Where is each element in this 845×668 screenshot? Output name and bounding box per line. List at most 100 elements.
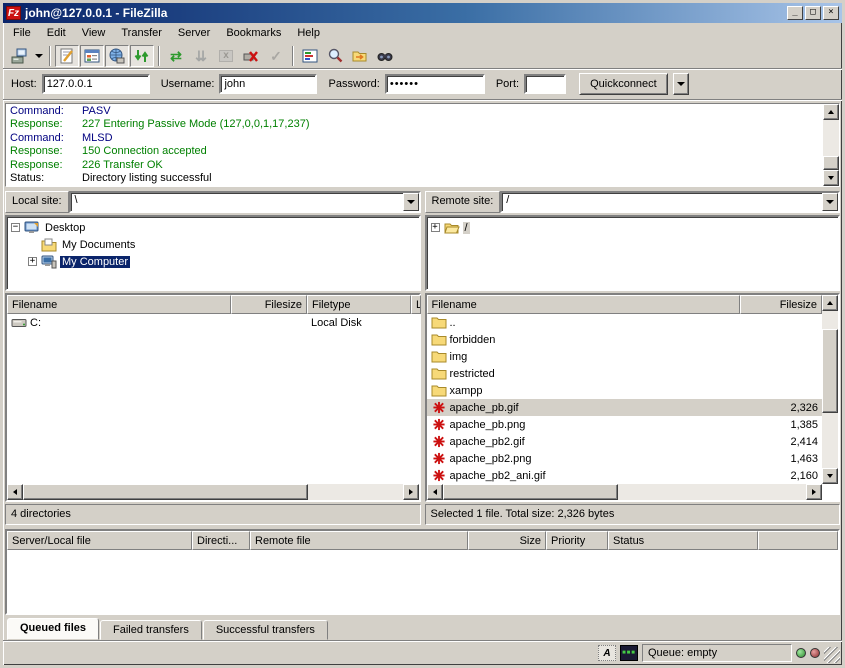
file-row[interactable]: xampp (427, 382, 823, 399)
quickconnect-button[interactable]: Quickconnect (579, 73, 668, 95)
local-horizontal-scrollbar[interactable] (7, 484, 419, 500)
expand-icon[interactable]: + (431, 223, 440, 232)
refresh-button[interactable]: ⇄ (164, 45, 188, 67)
log-line-text: PASV (82, 105, 111, 117)
toggle-remote-tree-button[interactable] (105, 45, 129, 67)
column-last-modified[interactable]: L (411, 295, 421, 314)
column-filetype[interactable]: Filetype (307, 295, 411, 314)
led-green-icon (796, 648, 806, 658)
scroll-up-button[interactable] (823, 104, 839, 120)
resize-grip[interactable] (824, 647, 840, 663)
password-input[interactable] (385, 74, 485, 94)
column-status[interactable]: Status (608, 531, 758, 550)
site-manager-dropdown[interactable] (32, 45, 45, 67)
tab-successful-transfers[interactable]: Successful transfers (203, 620, 328, 640)
log-line-text: MLSD (82, 132, 113, 144)
synchronized-browsing-button[interactable] (348, 45, 372, 67)
scroll-left-button[interactable] (427, 484, 443, 500)
file-row[interactable]: img (427, 348, 823, 365)
speed-limit-icon: ■■■ (620, 645, 638, 661)
tab-failed-transfers[interactable]: Failed transfers (100, 620, 202, 640)
tab-queued-files[interactable]: Queued files (7, 618, 99, 640)
tree-item-my-computer[interactable]: + My Computer (11, 253, 419, 270)
site-manager-button[interactable] (7, 45, 31, 67)
tree-item-root[interactable]: + / (431, 219, 839, 236)
expand-icon[interactable]: + (28, 257, 37, 266)
file-row[interactable]: apache_pb2_ani.gif 2,160 (427, 467, 823, 484)
toggle-local-tree-button[interactable] (80, 45, 104, 67)
desktop-icon (24, 221, 40, 235)
file-row[interactable]: restricted (427, 365, 823, 382)
window-title: john@127.0.0.1 - FileZilla (25, 6, 787, 20)
column-filesize[interactable]: Filesize (740, 295, 822, 314)
local-site-label: Local site: (5, 191, 69, 213)
menu-view[interactable]: View (74, 25, 114, 41)
host-input[interactable] (42, 74, 150, 94)
log-line-label: Status: (10, 172, 82, 185)
scroll-thumb[interactable] (443, 484, 618, 500)
column-priority[interactable]: Priority (546, 531, 608, 550)
find-files-icon (377, 48, 393, 64)
collapse-icon[interactable]: − (11, 223, 20, 232)
menu-file[interactable]: File (5, 25, 39, 41)
local-site-combo-arrow[interactable] (403, 193, 419, 211)
menu-transfer[interactable]: Transfer (113, 25, 170, 41)
remote-site-combo-arrow[interactable] (822, 193, 838, 211)
scroll-thumb[interactable] (823, 156, 839, 170)
transfer-type-icon: A (598, 645, 616, 661)
toggle-message-log-button[interactable] (55, 45, 79, 67)
port-input[interactable] (524, 74, 566, 94)
file-row[interactable]: forbidden (427, 331, 823, 348)
file-row[interactable]: apache_pb2.gif 2,414 (427, 433, 823, 450)
maximize-button[interactable]: □ (805, 6, 821, 20)
reconnect-button[interactable]: ✓ (264, 45, 288, 67)
toggle-transfer-queue-button[interactable] (130, 45, 154, 67)
directory-comparison-button[interactable] (323, 45, 347, 67)
menu-help[interactable]: Help (289, 25, 328, 41)
menu-server[interactable]: Server (170, 25, 218, 41)
file-size: 2,160 (790, 470, 818, 482)
menu-edit[interactable]: Edit (39, 25, 74, 41)
scroll-right-button[interactable] (403, 484, 419, 500)
file-row[interactable]: apache_pb2.png 1,463 (427, 450, 823, 467)
log-vertical-scrollbar[interactable] (823, 104, 839, 186)
close-button[interactable]: × (823, 6, 839, 20)
menu-bookmarks[interactable]: Bookmarks (218, 25, 289, 41)
column-size[interactable]: Size (468, 531, 546, 550)
local-site-combo[interactable]: \ (69, 191, 421, 213)
column-remote-file[interactable]: Remote file (250, 531, 468, 550)
file-row[interactable]: apache_pb.png 1,385 (427, 416, 823, 433)
remote-horizontal-scrollbar[interactable] (427, 484, 823, 500)
scroll-right-button[interactable] (806, 484, 822, 500)
quickconnect-dropdown[interactable] (673, 73, 689, 95)
process-queue-button[interactable]: ⇊ (189, 45, 213, 67)
column-filename[interactable]: Filename (427, 295, 741, 314)
scroll-down-button[interactable] (823, 170, 839, 186)
reconnect-icon: ✓ (270, 49, 282, 63)
filter-button[interactable] (298, 45, 322, 67)
log-line-label: Response: (10, 159, 82, 172)
column-filesize[interactable]: Filesize (231, 295, 307, 314)
cancel-button[interactable]: x (214, 45, 238, 67)
remote-vertical-scrollbar[interactable] (822, 295, 838, 484)
file-row-c-drive[interactable]: C: Local Disk (7, 314, 419, 331)
username-input[interactable] (219, 74, 317, 94)
file-row-selected[interactable]: apache_pb.gif 2,326 (427, 399, 823, 416)
column-filename[interactable]: Filename (7, 295, 231, 314)
title-bar[interactable]: Fz john@127.0.0.1 - FileZilla _ □ × (3, 3, 842, 23)
file-row[interactable]: .. (427, 314, 823, 331)
scroll-up-button[interactable] (822, 295, 838, 311)
tree-item-desktop[interactable]: − Desktop (11, 219, 419, 236)
column-server-local-file[interactable]: Server/Local file (7, 531, 192, 550)
disconnect-button[interactable] (239, 45, 263, 67)
minimize-button[interactable]: _ (787, 6, 803, 20)
scroll-thumb[interactable] (822, 329, 838, 413)
scroll-thumb[interactable] (23, 484, 308, 500)
find-files-button[interactable] (373, 45, 397, 67)
scroll-left-button[interactable] (7, 484, 23, 500)
scroll-down-button[interactable] (822, 468, 838, 484)
username-label: Username: (161, 78, 215, 90)
tree-item-my-documents[interactable]: My Documents (11, 236, 419, 253)
remote-site-combo[interactable]: / (500, 191, 840, 213)
column-direction[interactable]: Directi... (192, 531, 250, 550)
